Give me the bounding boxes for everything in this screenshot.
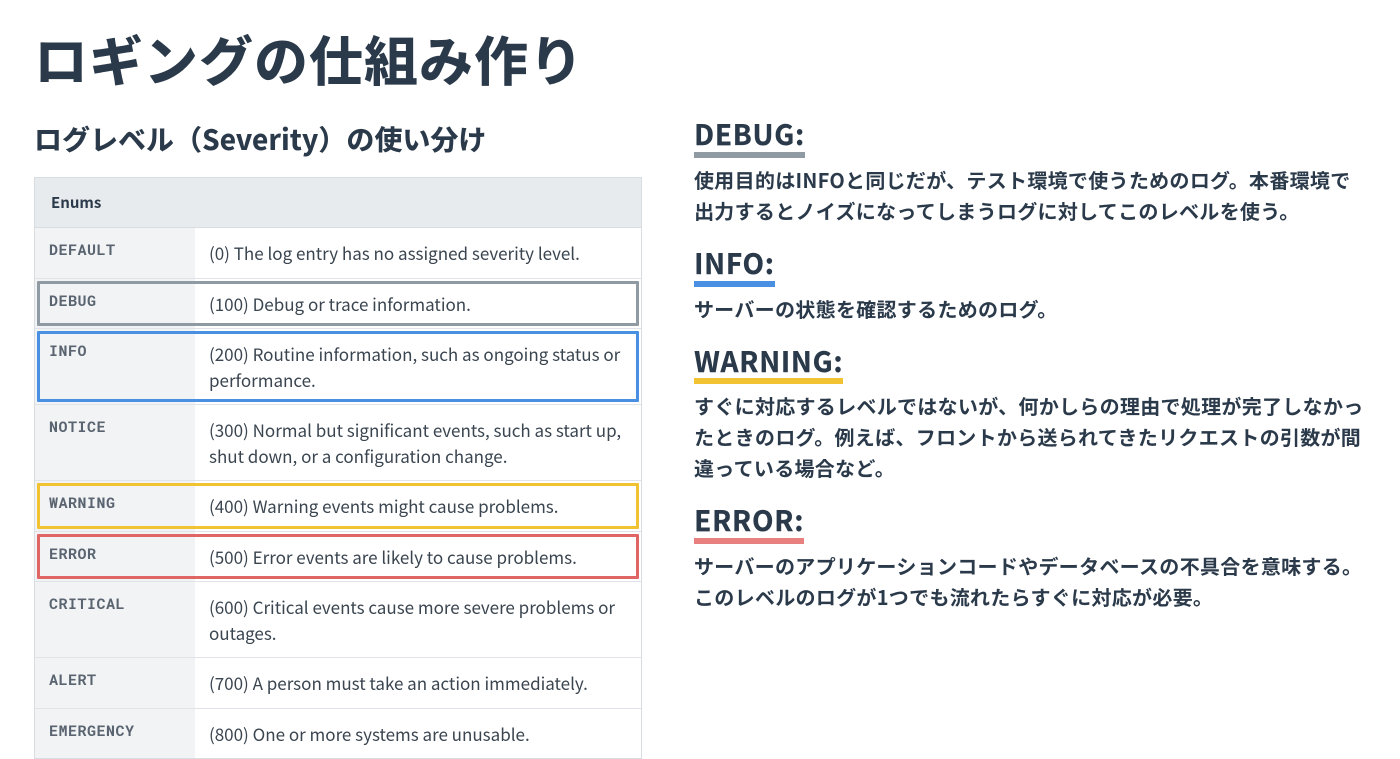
table-row: CRITICAL(600) Critical events cause more…	[35, 582, 641, 658]
page-title: ロギングの仕組み作り	[34, 18, 1366, 97]
section-title: INFO:	[694, 248, 775, 287]
enum-name: INFO	[35, 329, 195, 404]
section-title: DEBUG:	[694, 119, 805, 158]
right-column: DEBUG: 使用目的はINFOと同じだが、テスト環境で使うためのログ。本番環境で…	[694, 119, 1366, 634]
left-column: ログレベル（Severity）の使い分け Enums DEFAULT(0) Th…	[34, 119, 664, 759]
table-row: ALERT(700) A person must take an action …	[35, 658, 641, 709]
section-body: サーバーのアプリケーションコードやデータベースの不具合を意味する。 このレベルの…	[694, 550, 1366, 612]
section-title: ERROR:	[694, 505, 804, 544]
section: INFO: サーバーの状態を確認するためのログ。	[694, 248, 1366, 324]
enum-name: EMERGENCY	[35, 709, 195, 759]
columns: ログレベル（Severity）の使い分け Enums DEFAULT(0) Th…	[34, 119, 1366, 759]
table-row: ERROR(500) Error events are likely to ca…	[35, 532, 641, 583]
enums-table: Enums DEFAULT(0) The log entry has no as…	[34, 177, 642, 759]
section-body: すぐに対応するレベルではないが、何かしらの理由で処理が完了しなかったときのログ。…	[694, 390, 1366, 483]
enum-name: NOTICE	[35, 405, 195, 480]
enum-name: DEFAULT	[35, 228, 195, 278]
section: WARNING: すぐに対応するレベルではないが、何かしらの理由で処理が完了しなか…	[694, 346, 1366, 484]
enum-description: (800) One or more systems are unusable.	[195, 709, 641, 759]
table-header: Enums	[35, 178, 641, 228]
enum-description: (0) The log entry has no assigned severi…	[195, 228, 641, 278]
table-row: NOTICE(300) Normal but significant event…	[35, 405, 641, 481]
section-body: 使用目的はINFOと同じだが、テスト環境で使うためのログ。本番環境で出力するとノ…	[694, 164, 1366, 226]
section: DEBUG: 使用目的はINFOと同じだが、テスト環境で使うためのログ。本番環境で…	[694, 119, 1366, 226]
section-body: サーバーの状態を確認するためのログ。	[694, 293, 1366, 324]
enum-description: (500) Error events are likely to cause p…	[195, 532, 641, 582]
enum-name: CRITICAL	[35, 582, 195, 657]
section-title: WARNING:	[694, 346, 843, 385]
enum-name: ERROR	[35, 532, 195, 582]
enum-description: (100) Debug or trace information.	[195, 279, 641, 329]
enum-name: ALERT	[35, 658, 195, 708]
table-row: DEFAULT(0) The log entry has no assigned…	[35, 228, 641, 279]
table-row: WARNING(400) Warning events might cause …	[35, 481, 641, 532]
enum-name: DEBUG	[35, 279, 195, 329]
section: ERROR: サーバーのアプリケーションコードやデータベースの不具合を意味する。 …	[694, 505, 1366, 612]
enum-description: (200) Routine information, such as ongoi…	[195, 329, 641, 404]
subhead: ログレベル（Severity）の使い分け	[34, 119, 664, 159]
enum-name: WARNING	[35, 481, 195, 531]
enum-description: (700) A person must take an action immed…	[195, 658, 641, 708]
enum-description: (300) Normal but significant events, suc…	[195, 405, 641, 480]
enum-description: (600) Critical events cause more severe …	[195, 582, 641, 657]
table-row: INFO(200) Routine information, such as o…	[35, 329, 641, 405]
enum-description: (400) Warning events might cause problem…	[195, 481, 641, 531]
table-row: DEBUG(100) Debug or trace information.	[35, 279, 641, 330]
table-row: EMERGENCY(800) One or more systems are u…	[35, 709, 641, 759]
